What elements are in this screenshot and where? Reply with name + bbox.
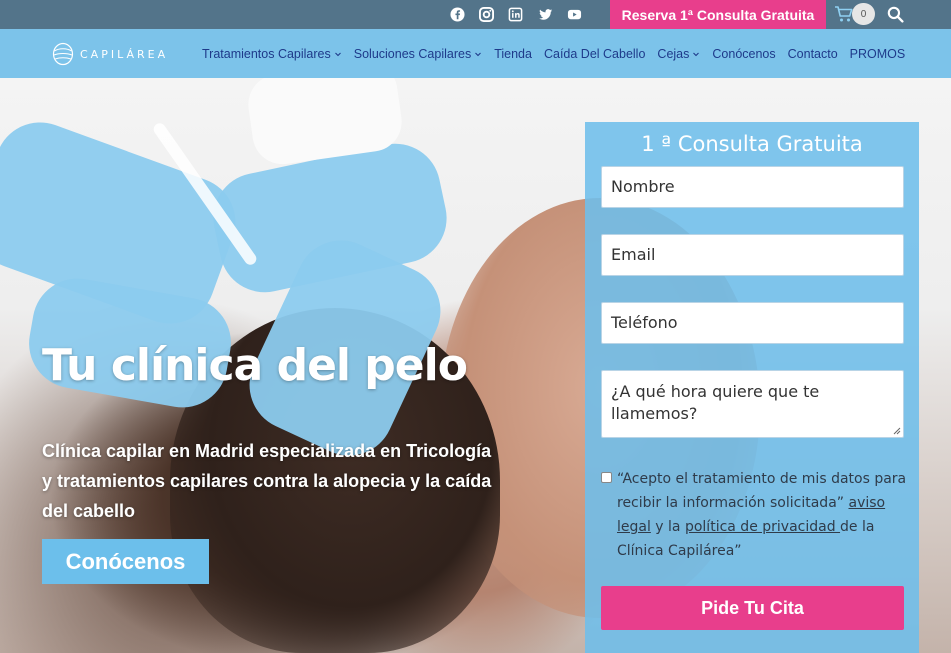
facebook-icon[interactable]	[449, 6, 466, 23]
search-icon[interactable]	[887, 6, 904, 23]
top-bar: Reserva 1ª Consulta Gratuita 0	[0, 0, 951, 29]
nav-item-label: Contacto	[787, 46, 838, 61]
logo-mark-icon	[52, 42, 74, 66]
nav-item-label: Tienda	[494, 46, 532, 61]
hero-title: Tu clínica del pelo	[42, 340, 468, 391]
nav-item-conocenos[interactable]: Conócenos	[712, 47, 775, 61]
nav-item-tratamientos-capilares[interactable]: Tratamientos Capilares	[202, 47, 342, 61]
privacy-policy-link[interactable]: política de privacidad	[685, 519, 840, 535]
consent-text-mid: y la	[650, 519, 685, 535]
name-field-placeholder: Nombre	[611, 177, 675, 196]
nav-item-cejas[interactable]: Cejas	[657, 47, 700, 61]
conocenos-button[interactable]: Conócenos	[42, 539, 209, 584]
hero-subtitle: Clínica capilar en Madrid especializada …	[42, 441, 492, 521]
chevron-down-icon	[693, 52, 700, 56]
chevron-down-icon	[475, 52, 482, 56]
nav-item-tienda[interactable]: Tienda	[494, 47, 532, 61]
resize-handle-icon[interactable]	[893, 427, 901, 435]
linkedin-icon[interactable]	[507, 6, 524, 23]
logo[interactable]: CAPILÁREA	[52, 40, 168, 68]
cart-icon[interactable]	[834, 5, 854, 23]
phone-field-placeholder: Teléfono	[611, 313, 678, 332]
twitter-icon[interactable]	[537, 6, 554, 23]
cart-count-badge: 0	[852, 3, 875, 25]
email-field[interactable]: Email	[601, 234, 904, 276]
nav-item-contacto[interactable]: Contacto	[788, 47, 838, 61]
consultation-form: 1 ª Consulta Gratuita Nombre Email Teléf…	[585, 122, 919, 653]
call-time-textarea[interactable]: ¿A qué hora quiere que te llamemos?	[601, 370, 904, 438]
consent-checkbox[interactable]	[601, 472, 612, 483]
reserve-consultation-button[interactable]: Reserva 1ª Consulta Gratuita	[610, 0, 826, 29]
name-field[interactable]: Nombre	[601, 166, 904, 208]
nav-item-label: Conócenos	[712, 46, 776, 61]
primary-nav: Tratamientos Capilares Soluciones Capila…	[202, 29, 917, 78]
main-navbar: CAPILÁREA Tratamientos Capilares Solucio…	[0, 29, 951, 78]
form-title: 1 ª Consulta Gratuita	[641, 132, 863, 156]
nav-item-label: PROMOS	[849, 46, 906, 61]
nav-item-soluciones-capilares[interactable]: Soluciones Capilares	[354, 47, 482, 61]
nav-item-label: Soluciones Capilares	[353, 46, 472, 61]
call-time-placeholder: ¿A qué hora quiere que te llamemos?	[611, 382, 820, 423]
youtube-icon[interactable]	[566, 6, 583, 23]
email-field-placeholder: Email	[611, 245, 656, 264]
chevron-down-icon	[334, 52, 341, 56]
instagram-icon[interactable]	[478, 6, 495, 23]
logo-text: CAPILÁREA	[80, 47, 169, 61]
submit-button[interactable]: Pide Tu Cita	[601, 586, 904, 630]
nav-item-label: Caída Del Cabello	[543, 46, 646, 61]
nav-item-label: Tratamientos Capilares	[202, 46, 331, 61]
consent-text: “Acepto el tratamiento de mis datos para…	[617, 467, 907, 563]
nav-item-label: Cejas	[657, 46, 690, 61]
nav-item-promos[interactable]: PROMOS	[850, 47, 906, 61]
nav-item-caida-del-cabello[interactable]: Caída Del Cabello	[544, 47, 645, 61]
phone-field[interactable]: Teléfono	[601, 302, 904, 344]
